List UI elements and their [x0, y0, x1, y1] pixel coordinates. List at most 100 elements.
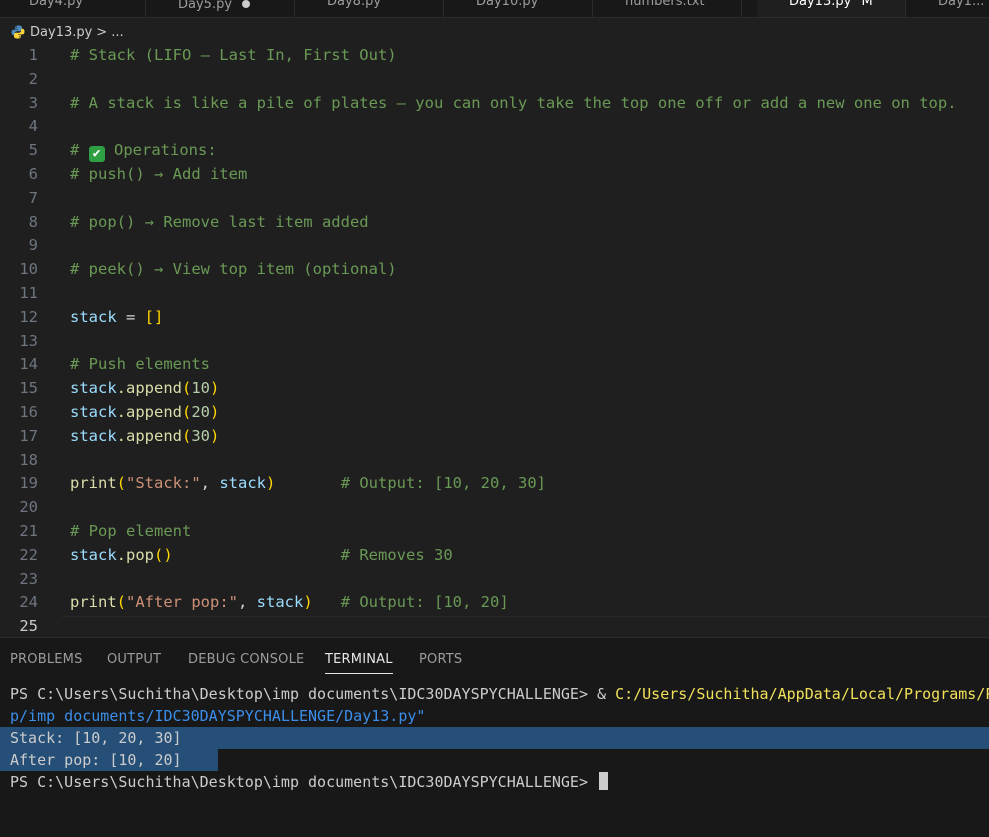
tab-debug-console[interactable]: DEBUG CONSOLE [188, 652, 304, 667]
code-bracket: [] [144, 307, 164, 326]
code-line[interactable]: 18 [0, 449, 989, 473]
code-line[interactable]: 23 [0, 568, 989, 592]
code-line[interactable]: 25 [0, 615, 989, 637]
tab-day1x[interactable]: Day1... [906, 0, 989, 17]
tab-day13[interactable]: Day13.py M [757, 0, 906, 17]
code-content: print("Stack:", stack) # Output: [10, 20… [70, 472, 546, 496]
code-line[interactable]: 15 stack.append(10) [0, 377, 989, 401]
code-line[interactable]: 1 # Stack (LIFO – Last In, First Out) [0, 44, 989, 68]
line-number: 7 [28, 188, 38, 207]
code-line[interactable]: 6 # push() → Add item [0, 163, 989, 187]
code-line[interactable]: 2 [0, 68, 989, 92]
code-line[interactable]: 7 [0, 187, 989, 211]
line-number: 14 [19, 355, 38, 374]
code-line[interactable]: 20 [0, 496, 989, 520]
terminal-line: PS C:\Users\Suchitha\Desktop\imp documen… [10, 771, 989, 793]
tab-numbers-txt[interactable]: numbers.txt [593, 0, 742, 17]
tab-label: numbers.txt [625, 0, 705, 9]
code-bracket: ) [163, 545, 173, 564]
line-number: 6 [28, 165, 38, 183]
code-content: # Stack (LIFO – Last In, First Out) [70, 44, 397, 68]
code-punctuation: , [238, 593, 257, 612]
code-variable: stack [219, 474, 267, 493]
tab-day5[interactable]: Day5.py [146, 0, 295, 17]
terminal-command-continuation: p/imp documents/IDC30DAYSPYCHALLENGE/Day… [10, 707, 426, 725]
code-line[interactable]: 3 # A stack is like a pile of plates – yo… [0, 92, 989, 116]
tab-problems[interactable]: PROBLEMS [10, 652, 83, 667]
code-comment: # Pop element [70, 522, 192, 540]
code-line[interactable]: 13 [0, 330, 989, 354]
tab-label: Day4.py [29, 0, 84, 9]
line-number: 3 [28, 93, 38, 112]
line-number: 22 [19, 545, 38, 564]
modified-dot-icon [242, 0, 251, 8]
code-function: .pop [116, 545, 154, 564]
code-content: # Push elements [70, 353, 210, 377]
terminal-prompt: PS C:\Users\Suchitha\Desktop\imp documen… [10, 685, 597, 703]
code-content: # ✔ Operations: [70, 139, 217, 163]
tab-output[interactable]: OUTPUT [107, 652, 161, 667]
code-bracket: ) [210, 426, 220, 445]
code-content: # pop() → Remove last item added [70, 211, 369, 235]
code-content: print("After pop:", stack) # Output: [10… [70, 591, 509, 615]
breadcrumb: Day13.py > ... [10, 22, 124, 42]
code-line[interactable]: 22 stack.pop() # Removes 30 [0, 544, 989, 568]
code-line[interactable]: 21 # Pop element [0, 520, 989, 544]
code-line[interactable]: 24 print("After pop:", stack) # Output: [… [0, 591, 989, 615]
code-comment: # Push elements [70, 355, 210, 374]
code-comment: # Output: [10, 20] [340, 593, 509, 612]
code-comment: # push() → Add item [70, 165, 248, 183]
code-content: # A stack is like a pile of plates – you… [70, 92, 957, 116]
code-bracket: ( [154, 545, 164, 564]
terminal[interactable]: PS C:\Users\Suchitha\Desktop\imp documen… [0, 683, 989, 793]
breadcrumb-more[interactable]: ... [111, 25, 123, 40]
code-line[interactable]: 10 # peek() → View top item (optional) [0, 258, 989, 282]
line-number: 2 [28, 69, 38, 88]
line-number: 4 [28, 117, 38, 136]
code-line[interactable]: 5 # ✔ Operations: [0, 139, 989, 163]
code-content: # Pop element [70, 520, 191, 544]
line-number: 8 [28, 212, 38, 231]
code-line[interactable]: 11 [0, 282, 989, 306]
code-line[interactable]: 19 print("Stack:", stack) # Output: [10, … [0, 472, 989, 496]
line-number: 16 [19, 403, 38, 421]
tab-ports[interactable]: PORTS [419, 652, 462, 667]
line-number: 20 [19, 498, 38, 517]
code-line[interactable]: 16 stack.append(20) [0, 401, 989, 425]
breadcrumb-file[interactable]: Day13.py [30, 25, 92, 40]
current-line-highlight [62, 616, 989, 637]
code-number: 30 [191, 426, 211, 445]
code-line[interactable]: 9 [0, 234, 989, 258]
code-comment: Operations: [104, 141, 217, 160]
code-variable: stack [70, 307, 117, 326]
editor-tab-bar: Day4.py Day5.py Day8.py Day10.py numbers… [0, 0, 989, 18]
tab-terminal[interactable]: TERMINAL [325, 652, 393, 674]
code-bracket: ( [116, 593, 127, 612]
code-comment: # pop() → Remove last item added [70, 212, 369, 231]
code-line[interactable]: 17 stack.append(30) [0, 425, 989, 449]
line-number: 1 [28, 46, 38, 64]
code-line[interactable]: 14 # Push elements [0, 353, 989, 377]
code-content: # peek() → View top item (optional) [70, 258, 397, 282]
code-line[interactable]: 12 stack = [] [0, 306, 989, 330]
code-line[interactable]: 4 [0, 115, 989, 139]
line-number: 25 [19, 617, 38, 636]
code-variable: stack [70, 426, 117, 445]
terminal-output: Stack: [10, 20, 30] [10, 729, 182, 747]
code-bracket: ( [182, 403, 192, 421]
tab-day8[interactable]: Day8.py [295, 0, 444, 17]
code-function: print [70, 593, 117, 612]
code-bracket: ) [303, 593, 313, 612]
code-editor[interactable]: 1 # Stack (LIFO – Last In, First Out) 2 3 # … [0, 44, 989, 637]
line-number: 17 [19, 426, 38, 445]
code-number: 20 [191, 403, 211, 421]
code-function: .append [116, 403, 182, 421]
code-line[interactable]: 8 # pop() → Remove last item added [0, 211, 989, 235]
breadcrumb-separator: > [96, 24, 108, 40]
tab-day10[interactable]: Day10.py [444, 0, 593, 17]
code-bracket: ( [182, 379, 192, 398]
line-number: 18 [19, 450, 38, 469]
tab-day4[interactable]: Day4.py [0, 0, 146, 17]
code-punctuation: , [200, 474, 220, 493]
